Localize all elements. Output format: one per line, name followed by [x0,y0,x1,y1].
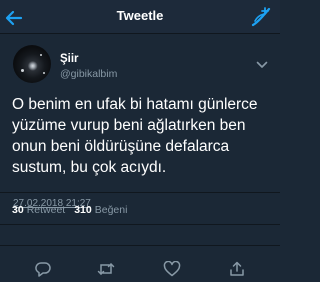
tweet-menu-button[interactable] [256,56,268,68]
tweet-actions [0,256,280,280]
compose-tweet-button[interactable] [250,6,274,28]
retweet-icon [97,263,115,275]
compose-tweet-icon [251,7,271,27]
retweet-button[interactable] [97,261,115,277]
reply-icon [35,262,51,277]
tweet-text-line: yüzüme vurup beni ağlatırken ben [12,117,246,134]
retweet-label[interactable]: Retweet [27,204,66,216]
like-label[interactable]: Beğeni [95,204,128,216]
user-handle[interactable]: @gibikalbim [60,68,117,80]
heart-icon [163,260,181,277]
like-count[interactable]: 310 [74,204,92,216]
display-name[interactable]: Şiir [60,53,79,65]
tweet-detail: Şiir @gibikalbim O benim en ufak bi hata… [0,34,280,280]
retweet-count[interactable]: 30 [12,204,24,216]
share-button[interactable] [228,261,246,277]
share-icon [230,261,244,276]
like-button[interactable] [163,260,181,277]
top-bar: Tweetle [0,0,280,34]
divider [0,192,280,193]
tweet-text: O benim en ufak bi hatamı günlerce yüzüm… [12,94,272,178]
divider [0,224,280,225]
tweet-text-line: sustum, bu çok acıydı. [12,159,167,176]
avatar[interactable] [13,45,51,83]
tweet-text-line: onun beni öldürüşüne defalarca [12,138,230,155]
tweet-text-line: O benim en ufak bi hatamı günlerce [12,96,258,113]
divider [0,245,280,246]
engagement-stats: 30 Retweet 310 Beğeni [12,204,136,216]
page-title: Tweetle [116,8,164,23]
chevron-down-icon [256,61,268,68]
reply-button[interactable] [34,261,52,277]
